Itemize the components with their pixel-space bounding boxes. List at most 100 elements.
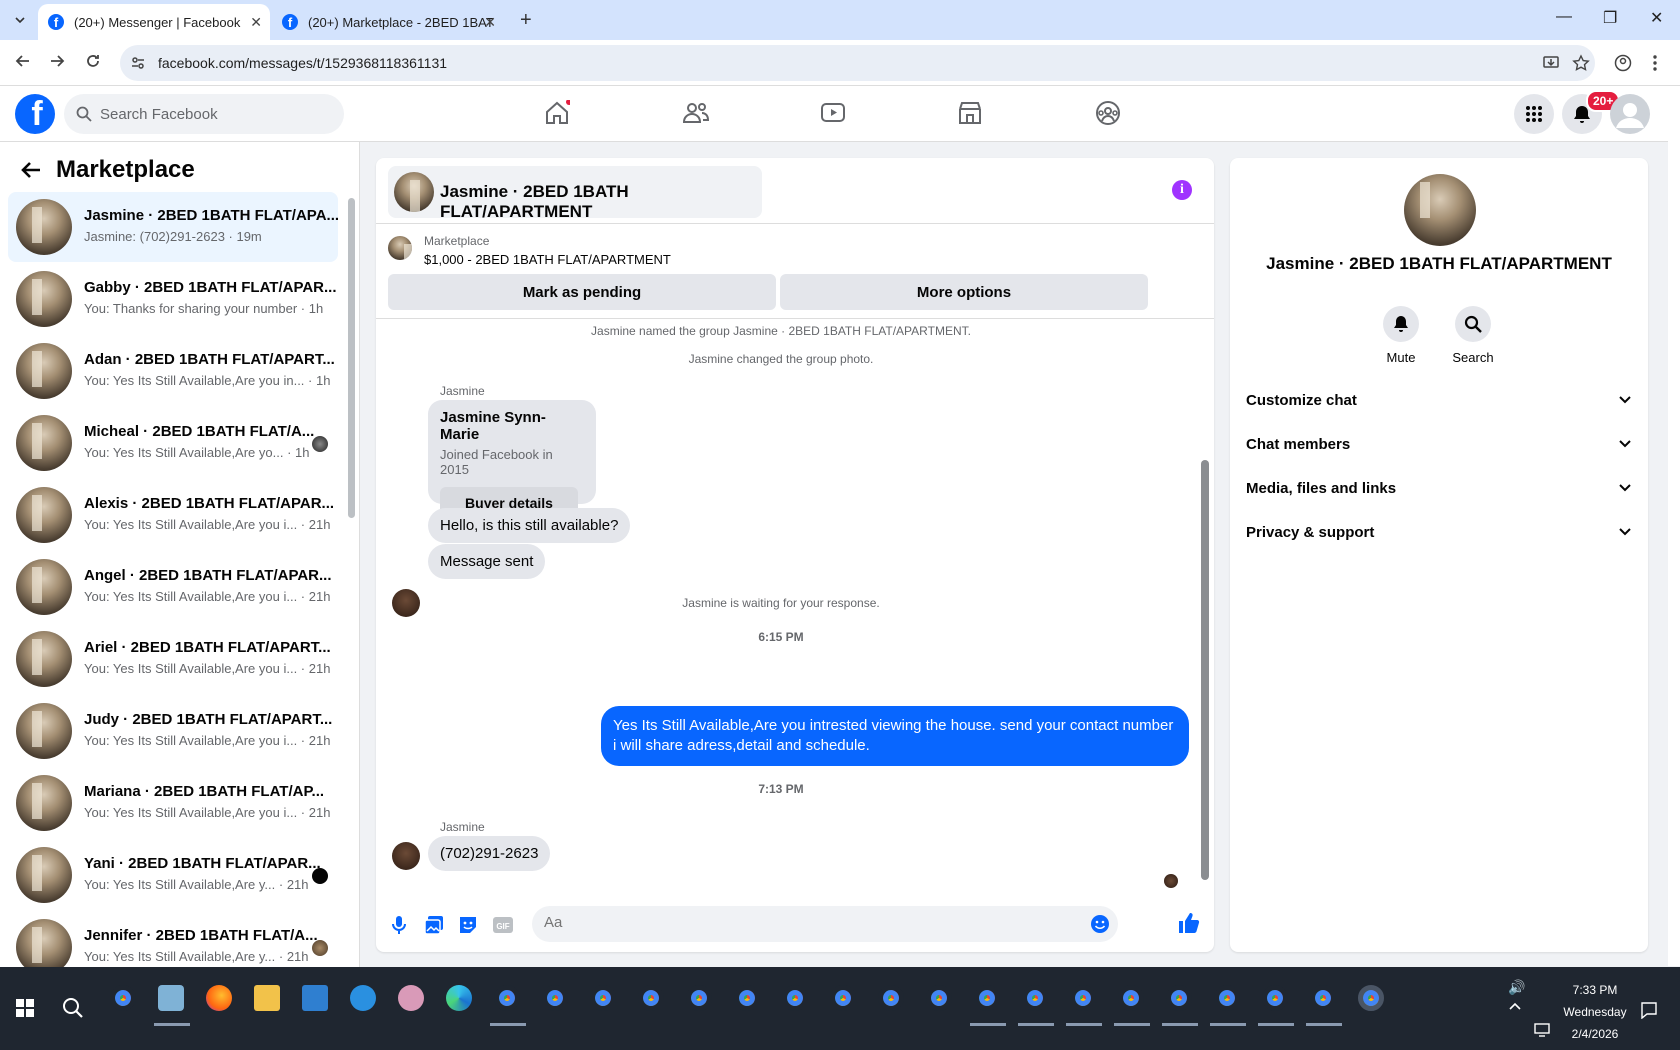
chrome-icon[interactable]	[878, 985, 904, 1011]
tab-search-chevron-icon[interactable]	[8, 8, 32, 32]
volume-icon[interactable]: 🔊	[1508, 979, 1525, 996]
chrome-icon[interactable]	[1070, 985, 1096, 1011]
conversation-item[interactable]: Jasmine · 2BED 1BATH FLAT/APA... Jasmine:…	[8, 192, 339, 262]
groups-icon[interactable]	[1095, 100, 1121, 126]
photo-icon[interactable]	[424, 915, 444, 935]
site-info-icon[interactable]	[130, 55, 146, 71]
url-text[interactable]: facebook.com/messages/t/1529368118361131	[158, 55, 447, 71]
conversation-item[interactable]: Alexis · 2BED 1BATH FLAT/APAR... You: Yes…	[8, 480, 338, 550]
message-bubble[interactable]: (702)291-2623	[428, 836, 551, 871]
chrome-icon[interactable]	[1022, 985, 1048, 1011]
home-icon[interactable]	[544, 100, 570, 126]
friends-icon[interactable]	[682, 100, 710, 126]
section-customize-chat[interactable]: Customize chat	[1246, 382, 1632, 418]
chrome-icon[interactable]	[926, 985, 952, 1011]
conversation-item[interactable]: Ariel · 2BED 1BATH FLAT/APART... You: Yes…	[8, 624, 338, 694]
chrome-icon[interactable]	[734, 985, 760, 1011]
tray-chevron-icon[interactable]	[1508, 1001, 1522, 1011]
conversation-item[interactable]: Angel · 2BED 1BATH FLAT/APAR... You: Yes …	[8, 552, 338, 622]
app-icon[interactable]	[350, 985, 376, 1011]
bookmark-star-icon[interactable]	[1572, 54, 1590, 72]
reload-icon[interactable]	[84, 52, 102, 70]
notification-center-icon[interactable]	[1640, 1001, 1658, 1019]
restore-icon[interactable]: ❐	[1603, 8, 1617, 28]
microphone-icon[interactable]	[390, 915, 408, 935]
taskbar-search-icon[interactable]	[62, 997, 84, 1019]
back-icon[interactable]	[14, 52, 32, 70]
section-chat-members[interactable]: Chat members	[1246, 426, 1632, 462]
marketplace-icon[interactable]	[957, 100, 983, 126]
windows-start-icon[interactable]	[16, 999, 34, 1017]
chrome-icon[interactable]	[1262, 985, 1288, 1011]
chrome-icon[interactable]	[830, 985, 856, 1011]
chrome-icon[interactable]	[1214, 985, 1240, 1011]
message-bubble[interactable]: Message sent	[428, 544, 546, 579]
forward-icon[interactable]	[48, 52, 66, 70]
chrome-icon[interactable]	[590, 985, 616, 1011]
conversation-item[interactable]: Mariana · 2BED 1BATH FLAT/AP... You: Yes …	[8, 768, 338, 838]
chrome-icon[interactable]	[1310, 985, 1336, 1011]
conversation-item[interactable]: Jennifer · 2BED 1BATH FLAT/A... You: Yes …	[8, 912, 338, 967]
chrome-icon[interactable]	[110, 985, 136, 1011]
facebook-logo[interactable]: f	[15, 94, 55, 134]
mark-as-pending-button[interactable]: Mark as pending	[388, 274, 776, 310]
edge-icon[interactable]	[446, 985, 472, 1011]
group-photo[interactable]	[1404, 174, 1476, 246]
video-icon[interactable]	[820, 100, 846, 126]
mute-button[interactable]: Mute	[1371, 306, 1431, 365]
chrome-icon[interactable]	[542, 985, 568, 1011]
conversation-item[interactable]: Adan · 2BED 1BATH FLAT/APART... You: Yes …	[8, 336, 338, 406]
minimize-icon[interactable]: —	[1556, 8, 1572, 26]
chrome-icon[interactable]	[1358, 985, 1384, 1011]
chrome-icon[interactable]	[1118, 985, 1144, 1011]
firefox-icon[interactable]	[206, 985, 232, 1011]
message-input[interactable]	[544, 914, 1084, 931]
chrome-icon[interactable]	[494, 985, 520, 1011]
like-thumbs-up-icon[interactable]	[1178, 912, 1200, 934]
info-icon[interactable]: i	[1172, 180, 1192, 200]
tab-messenger[interactable]: f (20+) Messenger | Facebook ✕	[38, 4, 270, 40]
chrome-icon[interactable]	[974, 985, 1000, 1011]
chat-header-button[interactable]: Jasmine · 2BED 1BATH FLAT/APARTMENT	[388, 166, 762, 221]
menu-grid-icon[interactable]	[1514, 94, 1554, 134]
emoji-icon[interactable]	[1090, 914, 1110, 934]
file-explorer-icon[interactable]	[254, 985, 280, 1011]
gif-icon[interactable]: GIF	[492, 915, 514, 935]
install-app-icon[interactable]	[1542, 54, 1560, 72]
chrome-icon[interactable]	[686, 985, 712, 1011]
facebook-search-input[interactable]: Search Facebook	[64, 94, 344, 134]
chrome-icon[interactable]	[1166, 985, 1192, 1011]
message-bubble[interactable]: Hello, is this still available?	[428, 508, 631, 543]
window-close-icon[interactable]: ✕	[1650, 8, 1663, 28]
sticker-icon[interactable]	[458, 915, 478, 935]
browser-menu-icon[interactable]	[1652, 54, 1658, 72]
chrome-icon[interactable]	[782, 985, 808, 1011]
section-privacy-support[interactable]: Privacy & support	[1246, 514, 1632, 550]
my-message-bubble[interactable]: Yes Its Still Available,Are you intreste…	[601, 706, 1189, 766]
sender-avatar[interactable]	[392, 842, 420, 870]
close-tab-icon[interactable]: ✕	[484, 14, 496, 31]
page-scrollbar[interactable]	[1668, 86, 1680, 966]
search-in-chat-button[interactable]: Search	[1443, 306, 1503, 365]
new-tab-icon[interactable]: +	[520, 10, 532, 30]
conversation-item[interactable]: Yani · 2BED 1BATH FLAT/APAR... You: Yes I…	[8, 840, 338, 910]
listing-title[interactable]: $1,000 - 2BED 1BATH FLAT/APARTMENT	[424, 252, 671, 267]
section-media-files-links[interactable]: Media, files and links	[1246, 470, 1632, 506]
conversation-item[interactable]: Gabby · 2BED 1BATH FLAT/APAR... You: Than…	[8, 264, 338, 334]
chat-scrollbar[interactable]	[1201, 460, 1209, 880]
tab-marketplace[interactable]: f (20+) Marketplace - 2BED 1BAT ✕	[272, 4, 504, 40]
conversation-list-scrollbar[interactable]	[348, 198, 355, 518]
account-avatar[interactable]	[1610, 94, 1650, 134]
app-icon[interactable]	[158, 985, 184, 1011]
system-clock[interactable]: 7:33 PM Wednesday 2/4/2026	[1540, 979, 1650, 1045]
omnibox[interactable]: facebook.com/messages/t/1529368118361131	[120, 45, 1595, 81]
app-icon[interactable]	[398, 985, 424, 1011]
back-arrow-icon[interactable]	[20, 160, 42, 180]
app-icon[interactable]	[302, 985, 328, 1011]
chrome-icon[interactable]	[638, 985, 664, 1011]
conversation-item[interactable]: Judy · 2BED 1BATH FLAT/APART... You: Yes …	[8, 696, 338, 766]
profile-icon[interactable]	[1614, 54, 1632, 72]
close-tab-icon[interactable]: ✕	[250, 14, 262, 31]
more-options-button[interactable]: More options	[780, 274, 1148, 310]
conversation-item[interactable]: Micheal · 2BED 1BATH FLAT/A... You: Yes I…	[8, 408, 338, 478]
